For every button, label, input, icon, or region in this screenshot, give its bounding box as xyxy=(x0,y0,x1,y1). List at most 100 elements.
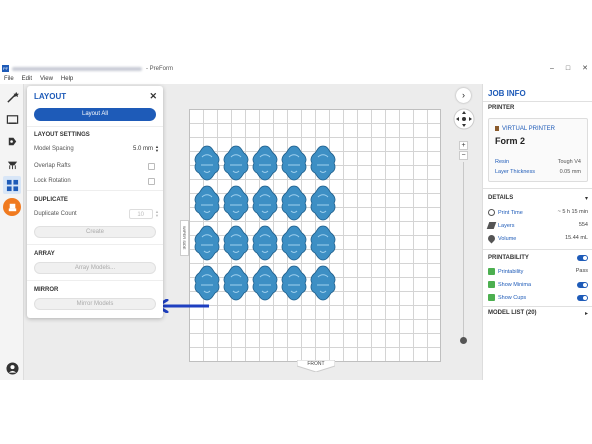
printed-model[interactable] xyxy=(280,265,308,301)
layout-settings-heading: LAYOUT SETTINGS xyxy=(34,132,90,138)
printability-row: Printability Pass xyxy=(488,268,588,277)
blurred-filename xyxy=(12,67,142,71)
job-info-title: JOB INFO xyxy=(488,89,526,98)
model-spacing-input[interactable]: 5.0 mm xyxy=(119,144,153,154)
select-tool[interactable] xyxy=(3,110,21,128)
magic-wand-tool[interactable] xyxy=(3,88,21,106)
printed-model[interactable] xyxy=(222,145,250,181)
orient-tool[interactable] xyxy=(3,132,21,150)
details-heading: DETAILS xyxy=(488,195,514,201)
printed-model[interactable] xyxy=(251,145,279,181)
wiper-side-label: WIPER SIDE xyxy=(180,220,189,256)
minimize-button[interactable]: – xyxy=(550,64,554,74)
printer-card[interactable]: VIRTUAL PRINTER Form 2 Resin Tough V4 Lay… xyxy=(488,118,588,182)
resin-value: Tough V4 xyxy=(557,159,581,165)
layer-thickness-value: 0.05 mm xyxy=(559,169,581,175)
print-time-row: Print Time ~ 5 h 15 min xyxy=(488,209,588,218)
printed-model[interactable] xyxy=(193,225,221,261)
maximize-button[interactable]: □ xyxy=(566,64,570,74)
printed-model[interactable] xyxy=(193,185,221,221)
printed-model[interactable] xyxy=(251,225,279,261)
show-cups-toggle[interactable] xyxy=(577,295,588,301)
layout-panel: LAYOUT ✕ Layout All LAYOUT SETTINGS Mode… xyxy=(27,86,163,318)
printability-master-toggle[interactable] xyxy=(573,254,588,263)
printed-model[interactable] xyxy=(222,185,250,221)
front-label: FRONT xyxy=(297,360,335,372)
show-minima-toggle[interactable] xyxy=(577,282,588,288)
printed-model[interactable] xyxy=(193,145,221,181)
job-info-panel: JOB INFO PRINTER VIRTUAL PRINTER Form 2 … xyxy=(482,84,592,380)
lock-rotation-checkbox[interactable] xyxy=(148,178,155,185)
account-button[interactable] xyxy=(3,359,21,377)
array-models-button[interactable]: Array Models... xyxy=(34,262,156,274)
duplicate-count-input[interactable]: 10 xyxy=(129,209,153,219)
close-icon[interactable]: ✕ xyxy=(149,91,157,102)
zoom-out-button[interactable]: − xyxy=(459,151,468,160)
show-cups-row: Show Cups xyxy=(488,294,588,303)
printer-name: Form 2 xyxy=(495,136,526,146)
printed-model[interactable] xyxy=(280,225,308,261)
window-title: - PreForm xyxy=(146,66,173,72)
virtual-printer-tag: VIRTUAL PRINTER xyxy=(495,126,555,132)
divider xyxy=(27,126,163,127)
mirror-heading: MIRROR xyxy=(34,287,59,293)
resin-row: Resin Tough V4 xyxy=(495,159,581,165)
duplicate-count-stepper[interactable]: ▲ ▼ xyxy=(155,210,159,218)
divider xyxy=(27,190,163,191)
printability-heading: PRINTABILITY xyxy=(488,255,529,261)
printer-icon xyxy=(495,126,499,131)
printed-model[interactable] xyxy=(280,185,308,221)
panel-title: LAYOUT xyxy=(34,92,67,101)
model-spacing-stepper[interactable]: ▲ ▼ xyxy=(155,145,159,153)
next-step-button[interactable]: › xyxy=(456,88,471,103)
zoom-slider-handle[interactable] xyxy=(460,337,467,344)
printed-model[interactable] xyxy=(251,185,279,221)
print-tool[interactable] xyxy=(3,198,21,216)
model-list-heading[interactable]: MODEL LIST (20) xyxy=(488,310,537,316)
printed-model[interactable] xyxy=(193,265,221,301)
divider xyxy=(27,244,163,245)
printed-model[interactable] xyxy=(222,225,250,261)
layout-all-button[interactable]: Layout All xyxy=(34,108,156,121)
layers-row: Layers 554 xyxy=(486,222,588,231)
array-heading: ARRAY xyxy=(34,251,55,257)
duplicate-heading: DUPLICATE xyxy=(34,197,68,203)
create-button[interactable]: Create xyxy=(34,226,156,238)
menu-help[interactable]: Help xyxy=(61,74,73,84)
printer-heading: PRINTER xyxy=(488,105,515,111)
printed-model[interactable] xyxy=(309,225,337,261)
printed-model[interactable] xyxy=(309,265,337,301)
print-icon xyxy=(8,203,16,211)
view-orientation-pad[interactable] xyxy=(453,108,475,130)
mirror-models-button[interactable]: Mirror Models xyxy=(34,298,156,310)
thumbs-up-icon xyxy=(488,294,495,301)
printed-model[interactable] xyxy=(309,185,337,221)
divider xyxy=(483,101,592,102)
left-toolbar xyxy=(0,84,24,380)
zoom-in-button[interactable]: + xyxy=(459,141,468,150)
magic-wand-icon xyxy=(6,91,19,103)
layers-icon xyxy=(486,222,497,229)
title-bar: PF - PreForm – □ ✕ xyxy=(0,64,592,74)
supports-tool[interactable] xyxy=(3,154,21,172)
menu-view[interactable]: View xyxy=(40,74,53,84)
printed-model[interactable] xyxy=(222,265,250,301)
printed-model[interactable] xyxy=(309,145,337,181)
divider xyxy=(483,188,592,189)
show-minima-row: Show Minima xyxy=(488,281,588,290)
duplicate-count-label: Duplicate Count xyxy=(34,211,77,217)
front-text: FRONT xyxy=(307,361,325,367)
model-spacing-label: Model Spacing xyxy=(34,146,74,152)
layout-tool[interactable] xyxy=(3,176,21,194)
menu-edit[interactable]: Edit xyxy=(22,74,32,84)
model-list-chevron-icon[interactable]: ▸ xyxy=(585,310,588,317)
close-window-button[interactable]: ✕ xyxy=(582,64,588,74)
overlap-rafts-checkbox[interactable] xyxy=(148,163,155,170)
divider xyxy=(483,249,592,250)
zoom-slider-track[interactable] xyxy=(463,162,464,340)
menu-file[interactable]: File xyxy=(4,74,14,84)
clock-icon xyxy=(488,209,495,216)
printed-model[interactable] xyxy=(251,265,279,301)
printed-model[interactable] xyxy=(280,145,308,181)
details-chevron-icon[interactable]: ▾ xyxy=(585,195,588,202)
